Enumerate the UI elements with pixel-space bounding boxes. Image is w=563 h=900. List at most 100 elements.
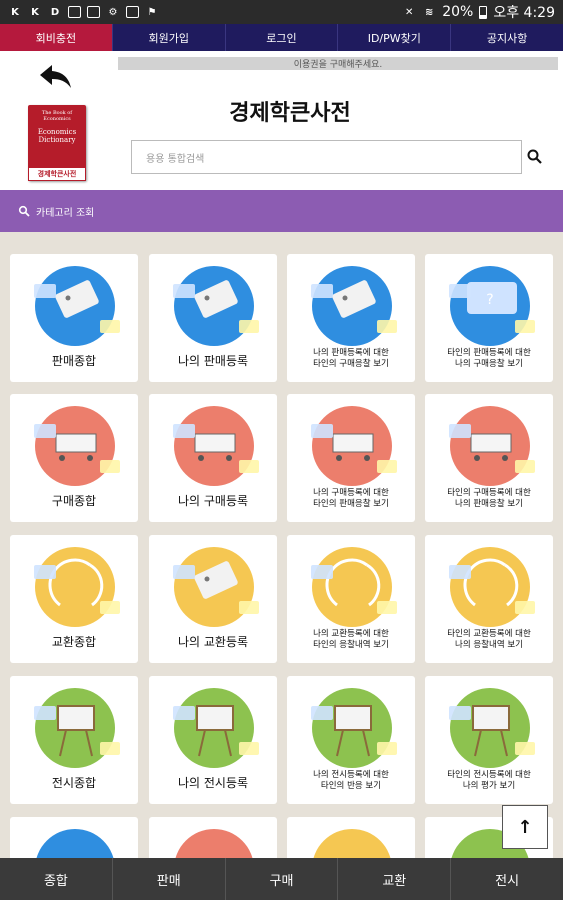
status-right: ✕ ≋ 20% 오후 4:29 [402, 2, 555, 22]
bottom-nav-overview[interactable]: 종합 [0, 858, 113, 900]
book-line3: 경제학큰사전 [28, 167, 86, 181]
card-illustration [20, 817, 130, 858]
card-illustration [34, 280, 120, 333]
d-icon: D [50, 6, 60, 18]
image-icon [68, 6, 81, 18]
category-card[interactable]: 타인의 전시등록에 대한 나의 평가 보기 [425, 676, 553, 804]
svg-text:?: ? [486, 292, 493, 308]
card-label: 나의 판매등록에 대한 타인의 구매응찰 보기 [313, 348, 389, 369]
category-card[interactable] [149, 817, 277, 858]
card-illustration [173, 280, 259, 333]
card-illustration [173, 561, 259, 614]
status-icons: K K D ⚙ ⚑ [8, 5, 159, 19]
card-illustration: ? [449, 282, 535, 333]
card-label: 나의 구매등록 [177, 494, 249, 508]
card-label: 나의 교환등록 [177, 635, 249, 649]
card-label: 타인의 구매등록에 대한 나의 판매응찰 보기 [447, 488, 531, 509]
battery-icon [479, 5, 488, 19]
category-card[interactable]: 구매종합 [10, 394, 138, 522]
search-input[interactable]: 용용 통합검색 [131, 140, 522, 174]
top-nav-notice[interactable]: 공지사항 [451, 24, 563, 51]
top-nav-signup[interactable]: 회원가입 [113, 24, 226, 51]
category-card[interactable] [287, 817, 415, 858]
battery-percent: 20% [442, 4, 474, 20]
bottom-nav-sell[interactable]: 판매 [113, 858, 226, 900]
card-illustration [297, 817, 407, 858]
clock: 오후 4:29 [493, 5, 555, 21]
card-label: 타인의 판매등록에 대한 나의 구매응찰 보기 [447, 348, 531, 369]
status-bar: K K D ⚙ ⚑ ✕ ≋ 20% 오후 4:29 [0, 0, 563, 24]
settings-icon: ⚙ [108, 6, 118, 18]
card-illustration [311, 558, 397, 614]
scroll-top-button[interactable]: ↑ [502, 805, 548, 849]
category-card[interactable]: 타인의 구매등록에 대한 나의 판매응찰 보기 [425, 394, 553, 522]
card-label: 타인의 교환등록에 대한 나의 응찰내역 보기 [447, 629, 531, 650]
category-grid: 판매종합 나의 판매등록 나의 판매등록에 대한 타인의 구매응찰 보기? 타인의 판… [0, 232, 563, 858]
dictionary-book-logo: The Book of Economics Economics Dictiona… [28, 105, 86, 181]
card-illustration [34, 424, 120, 473]
card-label: 전시종합 [51, 776, 97, 790]
photo-icon [126, 6, 139, 18]
card-illustration [311, 280, 397, 333]
bottom-nav: 종합 판매 구매 교환 전시 [0, 858, 563, 900]
k-icon: K [11, 6, 19, 18]
bottom-nav-exhibit[interactable]: 전시 [451, 858, 563, 900]
category-card[interactable]: 교환종합 [10, 535, 138, 663]
category-card[interactable]: 나의 판매등록에 대한 타인의 구매응찰 보기 [287, 254, 415, 382]
top-nav-login[interactable]: 로그인 [226, 24, 339, 51]
card-label: 나의 전시등록에 대한 타인의 반응 보기 [313, 770, 389, 791]
category-card[interactable]: 나의 전시등록에 대한 타인의 반응 보기 [287, 676, 415, 804]
category-card[interactable]: 나의 전시등록 [149, 676, 277, 804]
k-icon: K [31, 6, 39, 18]
category-card[interactable] [10, 817, 138, 858]
search-icon [527, 149, 542, 164]
notice-banner: 이용권을 구매해주세요. [118, 57, 558, 70]
card-illustration [449, 424, 535, 473]
page-title: 경제학큰사전 [229, 101, 351, 126]
card-label: 나의 전시등록 [177, 776, 249, 790]
mute-icon: ✕ [405, 6, 414, 18]
card-label: 나의 구매등록에 대한 타인의 판매응찰 보기 [313, 488, 389, 509]
card-illustration [311, 705, 397, 757]
category-card[interactable]: 전시종합 [10, 676, 138, 804]
bottom-nav-buy[interactable]: 구매 [226, 858, 339, 900]
search-icon [18, 205, 30, 217]
top-nav-charge[interactable]: 회비충전 [0, 24, 113, 51]
book-line2: Economics Dictionary [37, 128, 77, 144]
card-illustration [449, 705, 535, 757]
card-illustration [34, 558, 120, 614]
header: 이용권을 구매해주세요. The Book of Economics Econo… [0, 51, 563, 190]
category-card[interactable]: ? 타인의 판매등록에 대한 나의 구매응찰 보기 [425, 254, 553, 382]
bottom-nav-exchange[interactable]: 교환 [338, 858, 452, 900]
wifi-icon: ≋ [425, 6, 434, 18]
category-label: 카테고리 조회 [36, 207, 95, 219]
category-card[interactable]: 타인의 교환등록에 대한 나의 응찰내역 보기 [425, 535, 553, 663]
card-illustration [173, 705, 259, 757]
card-illustration [173, 424, 259, 473]
category-bar[interactable]: 카테고리 조회 [0, 190, 563, 232]
card-illustration [449, 558, 535, 614]
flag-icon: ⚑ [147, 6, 157, 18]
category-card[interactable]: 나의 판매등록 [149, 254, 277, 382]
image-icon [87, 6, 100, 18]
top-nav: 회비충전 회원가입 로그인 ID/PW찾기 공지사항 [0, 24, 563, 51]
search-button[interactable] [526, 148, 544, 166]
top-nav-find-id[interactable]: ID/PW찾기 [338, 24, 452, 51]
book-line1: The Book of Economics [41, 110, 73, 122]
back-arrow-icon [40, 65, 71, 88]
card-label: 교환종합 [51, 635, 97, 649]
category-card[interactable]: 나의 구매등록에 대한 타인의 판매응찰 보기 [287, 394, 415, 522]
card-illustration [34, 705, 120, 757]
card-label: 나의 교환등록에 대한 타인의 응찰내역 보기 [313, 629, 389, 650]
card-illustration [159, 817, 269, 858]
card-illustration [311, 424, 397, 473]
card-label: 나의 판매등록 [177, 354, 249, 368]
card-label: 구매종합 [51, 494, 97, 508]
category-card[interactable]: 판매종합 [10, 254, 138, 382]
category-card[interactable]: 나의 교환등록 [149, 535, 277, 663]
category-card[interactable]: 나의 구매등록 [149, 394, 277, 522]
category-card[interactable]: 나의 교환등록에 대한 타인의 응찰내역 보기 [287, 535, 415, 663]
card-label: 타인의 전시등록에 대한 나의 평가 보기 [447, 770, 531, 791]
back-button[interactable] [38, 63, 74, 89]
card-label: 판매종합 [51, 354, 97, 368]
